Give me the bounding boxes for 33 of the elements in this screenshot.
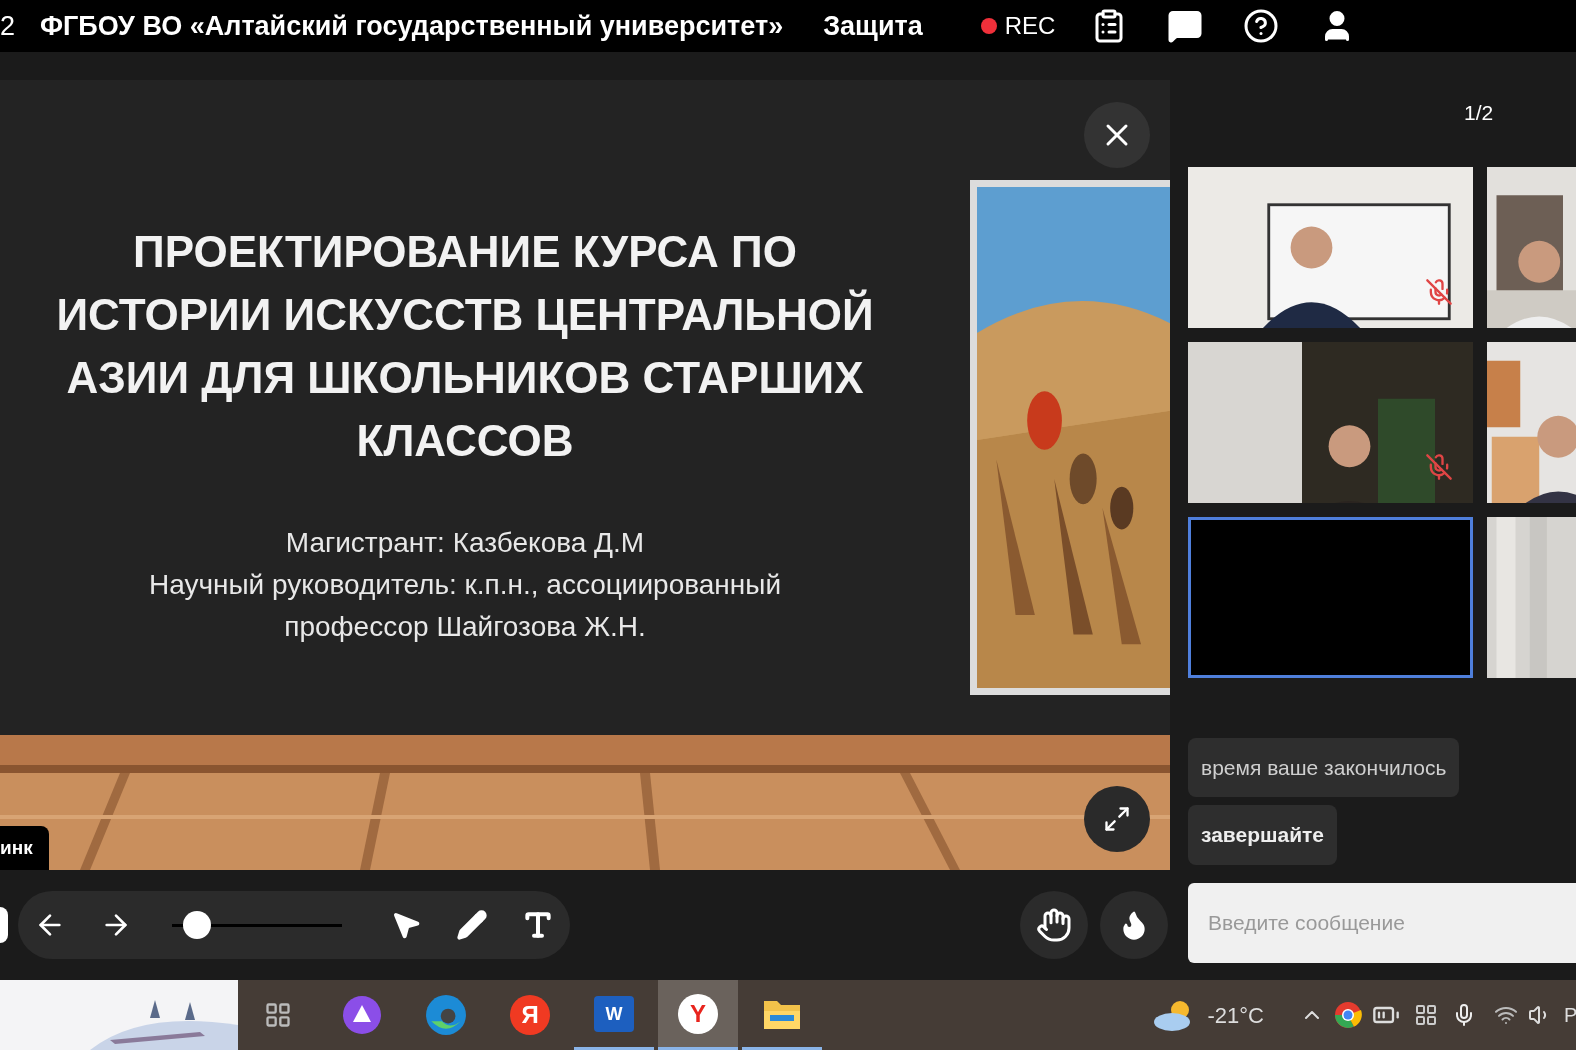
- triangle-circle-icon[interactable]: [342, 995, 382, 1035]
- document-app-icon[interactable]: W: [594, 995, 634, 1032]
- cut-text: 2: [0, 9, 17, 43]
- video-tile[interactable]: [1188, 516, 1473, 678]
- text-tool-icon[interactable]: [522, 909, 554, 941]
- message-input[interactable]: Введите сообщение: [1188, 882, 1576, 963]
- name-tag: инк: [0, 826, 49, 870]
- language-indicator[interactable]: Р: [1564, 1000, 1576, 1030]
- taskbar-item[interactable]: Y: [658, 980, 738, 1050]
- window-title: ФГБОУ ВО «Алтайский государственный университет»: [40, 9, 784, 43]
- zoom-slider[interactable]: [172, 911, 342, 939]
- help-icon[interactable]: [1243, 8, 1280, 44]
- section-title: Защита: [823, 9, 923, 43]
- hand-icon: [1036, 907, 1072, 943]
- browser-icon[interactable]: Y: [678, 993, 718, 1034]
- taskbar-item[interactable]: Я: [490, 980, 570, 1050]
- chat-icon[interactable]: [1167, 8, 1204, 44]
- slide-title: ПРОЕКТИРОВАНИЕ КУРСА ПО ИСТОРИИ ИСКУССТВ ЦЕНТРАЛЬНОЙ АЗИИ ДЛЯ ШКОЛЬНИКОВ СТАРШИХ КЛАССОВ: [56, 226, 874, 467]
- taskbar-item[interactable]: W: [574, 980, 654, 1050]
- browser-icon[interactable]: [1334, 1001, 1362, 1029]
- chat-message: время ваше закончилось: [1188, 737, 1460, 797]
- slide-subtitle: Магистрант: Казбекова Д.М Научный руководитель: к.п.н., ассоциированный профессор Шайгозова Ж.Н.: [148, 526, 782, 644]
- recording-label: REC: [1004, 11, 1056, 41]
- expand-icon: [1103, 805, 1131, 833]
- chat-message: завершайте: [1188, 805, 1338, 865]
- page-indicator: 1/2: [1464, 100, 1494, 126]
- slider-thumb[interactable]: [183, 911, 212, 939]
- left-control[interactable]: [0, 907, 8, 943]
- pencil-icon[interactable]: [456, 909, 488, 941]
- task-view-icon[interactable]: [264, 1001, 292, 1029]
- temperature: -21°C: [1207, 1001, 1264, 1030]
- search-engine-icon[interactable]: Я: [510, 995, 550, 1035]
- browser-icon[interactable]: [425, 994, 467, 1036]
